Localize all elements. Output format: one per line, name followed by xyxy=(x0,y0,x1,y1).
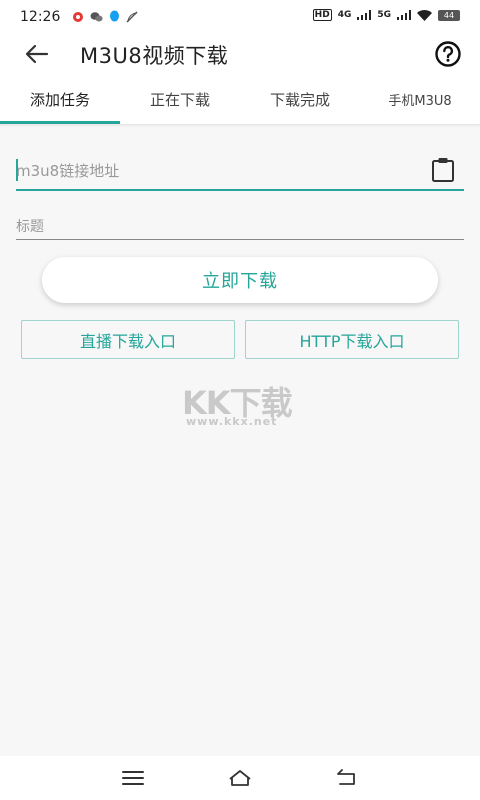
wechat-icon xyxy=(90,11,103,21)
qq-icon xyxy=(110,10,119,22)
app-notification-icon xyxy=(73,11,83,22)
hd-badge: HD xyxy=(312,9,332,21)
signal-bars-icon xyxy=(357,10,372,20)
title-input[interactable] xyxy=(16,216,456,238)
title-field-container xyxy=(16,214,464,242)
watermark-logo: KK下载 www.kkx.net xyxy=(180,372,304,432)
system-back-button[interactable] xyxy=(334,766,360,790)
help-button[interactable] xyxy=(434,40,462,68)
app-bar: M3U8视频下载 xyxy=(0,34,480,74)
home-icon xyxy=(229,770,251,786)
notification-icons xyxy=(72,10,138,23)
title-underline xyxy=(16,239,464,240)
url-field-container xyxy=(16,152,464,192)
help-circle-icon xyxy=(435,41,461,67)
menu-icon xyxy=(122,771,144,785)
tab-indicator xyxy=(0,121,120,124)
system-nav-bar xyxy=(0,756,480,800)
download-now-button[interactable]: 立即下载 xyxy=(42,257,438,303)
home-button[interactable] xyxy=(227,766,253,790)
tab-downloading[interactable]: 正在下载 xyxy=(120,74,240,124)
live-download-entry-button[interactable]: 直播下载入口 xyxy=(21,320,235,359)
paste-button[interactable] xyxy=(430,156,456,184)
network-5g-label: 5G xyxy=(377,10,391,20)
tab-completed[interactable]: 下载完成 xyxy=(240,74,360,124)
clipboard-icon xyxy=(432,158,454,182)
back-icon xyxy=(337,769,355,785)
signal-bars-icon-2 xyxy=(397,10,411,20)
status-right-icons: HD 4G 5G 44 xyxy=(312,9,460,21)
status-bar: 12:26 HD 4G 5G 44 xyxy=(0,0,480,34)
menu-button[interactable] xyxy=(120,766,146,790)
status-time: 12:26 xyxy=(20,9,61,25)
page-title: M3U8视频下载 xyxy=(80,44,229,68)
url-underline xyxy=(16,189,464,191)
tab-add-task[interactable]: 添加任务 xyxy=(0,74,120,124)
wifi-icon xyxy=(417,9,432,21)
tab-bar: 添加任务 正在下载 下载完成 手机M3U8 xyxy=(0,74,480,125)
url-input[interactable] xyxy=(16,156,416,186)
text-cursor xyxy=(16,159,18,181)
network-4g-label: 4G xyxy=(337,10,352,20)
tab-phone-m3u8[interactable]: 手机M3U8 xyxy=(360,74,480,124)
battery-indicator: 44 xyxy=(438,9,460,21)
back-button[interactable] xyxy=(22,40,52,68)
http-download-entry-button[interactable]: HTTP下载入口 xyxy=(245,320,459,359)
arrow-left-icon xyxy=(25,44,49,64)
signal-off-icon xyxy=(126,10,138,23)
watermark-url: www.kkx.net xyxy=(186,415,278,428)
